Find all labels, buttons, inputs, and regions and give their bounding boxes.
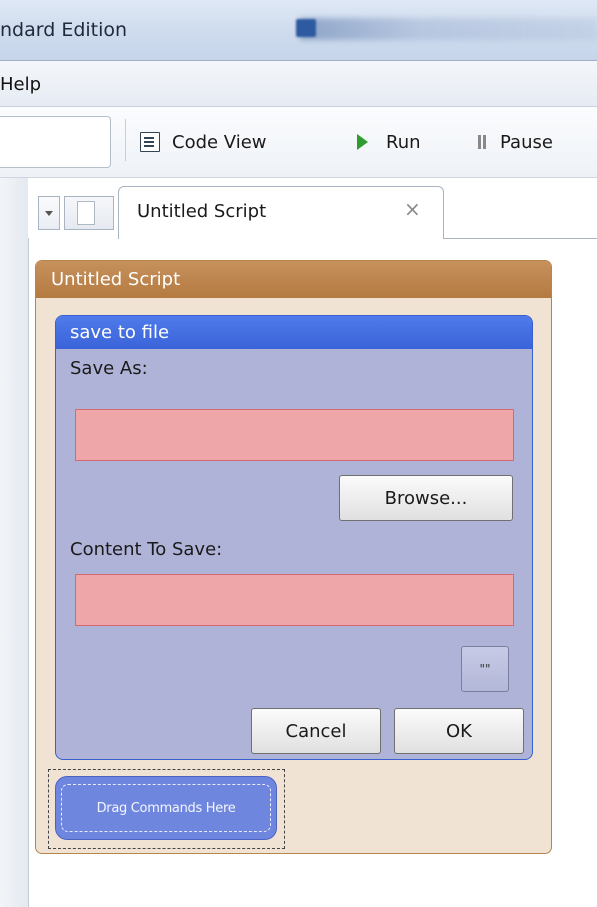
save-as-label: Save As: xyxy=(70,358,148,379)
run-label: Run xyxy=(386,131,421,153)
menu-item-help[interactable]: Help xyxy=(0,74,41,95)
new-document-tab[interactable] xyxy=(64,196,114,230)
left-panel-edge xyxy=(0,178,29,907)
cancel-button[interactable]: Cancel xyxy=(251,708,381,754)
tab-strip: Untitled Script × xyxy=(28,178,597,239)
content-to-save-input[interactable] xyxy=(75,574,514,626)
command-title: save to file xyxy=(70,322,170,343)
tab-label: Untitled Script xyxy=(137,201,267,222)
blurred-title-region xyxy=(300,18,597,40)
window-title: ndard Edition xyxy=(0,19,128,41)
toolbar-separator xyxy=(125,119,126,161)
content-to-save-label: Content To Save: xyxy=(70,539,223,560)
drop-zone-label: Drag Commands Here xyxy=(61,784,271,832)
document-icon xyxy=(77,201,95,225)
command-header: save to file xyxy=(56,316,532,349)
save-as-input[interactable] xyxy=(75,409,514,461)
drop-zone-outline: Drag Commands Here xyxy=(48,769,285,849)
close-icon[interactable]: × xyxy=(404,197,421,221)
pause-button[interactable]: Pause xyxy=(478,129,553,155)
quotes-button[interactable]: "" xyxy=(461,646,509,692)
tab-baseline xyxy=(444,238,597,239)
code-view-label: Code View xyxy=(172,131,267,153)
pause-label: Pause xyxy=(500,131,553,153)
script-header: Untitled Script xyxy=(36,261,551,298)
script-panel: Untitled Script save to file Save As: Br… xyxy=(35,260,552,854)
menu-bar: Help xyxy=(0,61,597,107)
run-button[interactable]: Run xyxy=(357,129,421,155)
drag-commands-drop-zone[interactable]: Drag Commands Here xyxy=(55,776,277,840)
tab-untitled-script[interactable]: Untitled Script × xyxy=(118,186,444,239)
code-view-button[interactable]: Code View xyxy=(140,129,267,155)
browse-button[interactable]: Browse... xyxy=(339,475,513,521)
ok-button[interactable]: OK xyxy=(394,708,524,754)
save-to-file-command: save to file Save As: Browse... Content … xyxy=(55,315,533,760)
toolbar-input[interactable] xyxy=(0,116,111,168)
script-title: Untitled Script xyxy=(51,269,181,290)
title-bar: ndard Edition xyxy=(0,0,597,61)
tab-list-dropdown[interactable] xyxy=(38,196,60,230)
code-view-icon xyxy=(140,132,160,152)
app-icon xyxy=(296,19,316,37)
run-icon xyxy=(357,134,368,150)
toolbar: Code View Run Pause xyxy=(0,107,597,178)
pause-icon xyxy=(478,135,486,149)
